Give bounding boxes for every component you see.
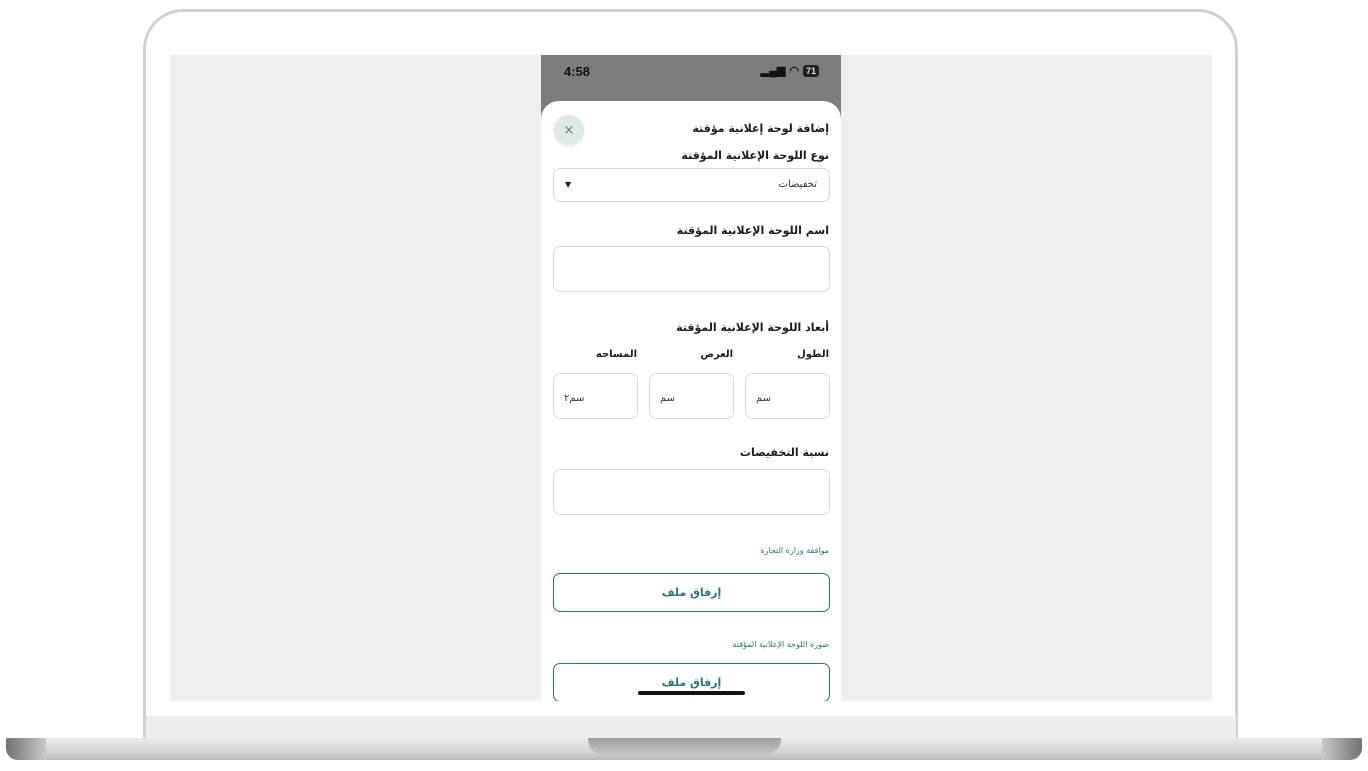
close-icon: ×	[563, 122, 575, 138]
wifi-icon: ◠	[789, 65, 799, 77]
close-button[interactable]: ×	[554, 115, 584, 145]
width-unit: سم	[660, 393, 676, 404]
type-field-label: نوع اللوحة الإعلانية المؤقتة	[681, 149, 829, 162]
ministry-approval-label: موافقة وزارة التجارة	[760, 546, 829, 555]
area-label: المساحه	[595, 349, 637, 360]
chevron-down-icon: ▼	[565, 180, 572, 189]
laptop-notch	[588, 738, 781, 755]
phone-screen: 4:58 ▂▄▆ ◠ 71 × إضافة لوحة إعلانية مؤقتة…	[541, 55, 841, 701]
attach-image-button[interactable]: إرفاق ملف	[553, 663, 830, 701]
signal-icon: ▂▄▆	[760, 65, 786, 77]
laptop-chin	[146, 716, 1236, 738]
laptop-base-edge	[6, 738, 46, 760]
discount-input[interactable]	[553, 469, 830, 515]
area-unit: سم٢	[564, 393, 585, 404]
laptop-base-edge	[1322, 738, 1362, 760]
length-input[interactable]: سم	[745, 373, 830, 419]
width-label: العرض	[700, 349, 734, 360]
status-bar: 4:58 ▂▄▆ ◠ 71	[541, 55, 841, 89]
name-input[interactable]	[553, 246, 830, 292]
home-indicator	[638, 691, 745, 695]
width-input[interactable]: سم	[649, 373, 734, 419]
name-field-label: اسم اللوحة الإعلانية المؤقتة	[676, 224, 829, 237]
add-billboard-sheet: × إضافة لوحة إعلانية مؤقتة نوع اللوحة ال…	[541, 101, 841, 701]
discount-field-label: نسبة التخفيضات	[739, 446, 829, 459]
length-unit: سم	[756, 393, 772, 404]
battery-icon: 71	[802, 64, 819, 77]
type-select[interactable]: تخفيضات ▼	[553, 168, 830, 202]
status-time: 4:58	[564, 64, 591, 79]
attach-approval-button[interactable]: إرفاق ملف	[553, 573, 830, 612]
length-label: الطول	[797, 349, 829, 360]
sheet-title: إضافة لوحة إعلانية مؤقتة	[692, 122, 829, 135]
dimensions-label: أبعاد اللوحة الإعلانية المؤقتة	[676, 321, 829, 334]
board-image-label: صورة اللوحة الإعلانية المؤقتة	[732, 640, 830, 649]
status-icons: ▂▄▆ ◠ 71	[761, 64, 819, 77]
type-select-value: تخفيضات	[778, 179, 817, 190]
area-input[interactable]: سم٢	[553, 373, 638, 419]
